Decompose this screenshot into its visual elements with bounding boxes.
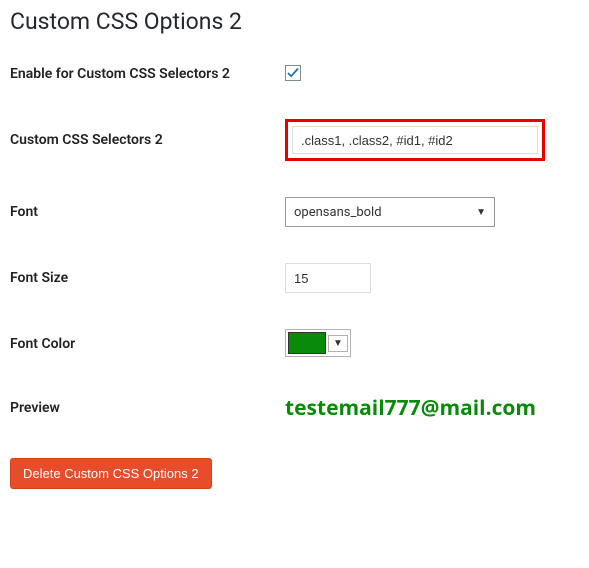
row-font: Font opensans_bold ▼ <box>10 197 579 227</box>
selectors-input[interactable] <box>292 126 538 154</box>
row-enable: Enable for Custom CSS Selectors 2 <box>10 65 579 83</box>
label-font-color: Font Color <box>10 335 285 353</box>
row-font-color: Font Color ▼ <box>10 329 579 358</box>
font-size-input[interactable] <box>285 263 371 293</box>
row-font-size: Font Size <box>10 263 579 293</box>
selectors-highlight <box>285 119 545 161</box>
row-selectors: Custom CSS Selectors 2 <box>10 119 579 161</box>
font-color-picker[interactable]: ▼ <box>285 329 351 357</box>
label-enable: Enable for Custom CSS Selectors 2 <box>10 65 285 83</box>
label-selectors: Custom CSS Selectors 2 <box>10 131 285 149</box>
font-select[interactable]: opensans_bold ▼ <box>285 197 495 227</box>
enable-checkbox[interactable] <box>285 65 301 81</box>
preview-text: testemail777@mail.com <box>285 394 536 422</box>
checkmark-icon <box>287 67 299 79</box>
page-title: Custom CSS Options 2 <box>10 6 579 35</box>
font-select-value: opensans_bold <box>294 205 382 220</box>
row-preview: Preview testemail777@mail.com <box>10 394 579 422</box>
chevron-down-icon: ▼ <box>476 207 486 218</box>
color-swatch <box>288 332 326 354</box>
label-font: Font <box>10 203 285 221</box>
chevron-down-icon: ▼ <box>328 335 348 352</box>
label-preview: Preview <box>10 399 285 417</box>
delete-button[interactable]: Delete Custom CSS Options 2 <box>10 458 212 489</box>
label-font-size: Font Size <box>10 269 285 287</box>
